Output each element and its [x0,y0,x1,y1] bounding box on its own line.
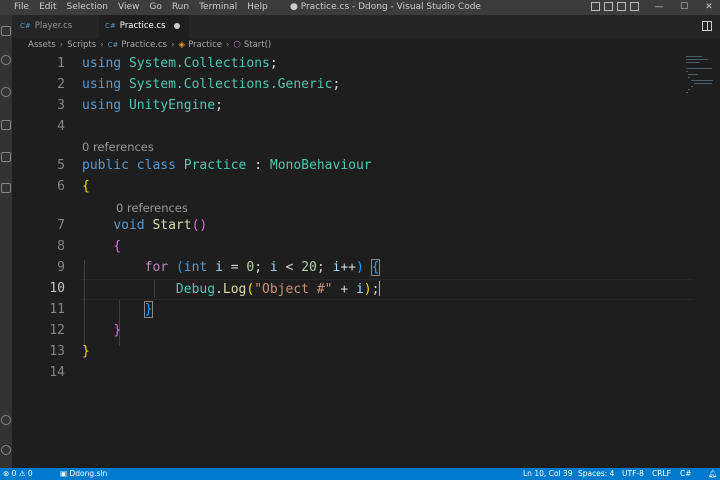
menu-file[interactable]: File [14,2,29,12]
line-number: 3 [57,98,65,113]
menu-run[interactable]: Run [172,2,189,12]
chevron-right-icon: › [59,40,64,50]
account-icon[interactable] [1,415,11,425]
line-number: 6 [57,179,65,194]
code-line-6: { [82,179,90,194]
line-number: 7 [57,218,65,233]
minimap[interactable] [682,54,720,468]
code-line-8: { [113,239,122,254]
customize-layout-icon[interactable] [630,2,639,11]
layout-controls [591,2,639,11]
chevron-right-icon: › [171,40,175,50]
line-number: 13 [49,344,65,359]
breadcrumb-scripts[interactable]: Scripts [67,40,96,50]
run-debug-icon[interactable] [1,120,11,130]
menu-terminal[interactable]: Terminal [199,2,237,12]
line-number: 5 [57,158,65,173]
csharp-file-icon: C# [20,22,31,30]
remote-explorer-icon[interactable] [1,183,11,193]
unsaved-dot-icon[interactable] [173,22,180,29]
menu-view[interactable]: View [118,2,139,12]
code-line-1: using System.Collections; [82,56,278,71]
indentation[interactable]: Spaces: 4 [578,468,614,480]
code-line-11: } [82,301,154,318]
code-line-12: } [113,323,122,338]
matching-bracket: { [370,259,381,276]
solution-indicator[interactable]: ▣ Ddong.sln [60,468,107,480]
manage-gear-icon[interactable] [1,445,11,455]
editor-tabs: C# Player.cs C# Practice.cs [12,15,720,38]
line-number: 10 [49,281,65,296]
tab-practice-cs[interactable]: C# Practice.cs [99,15,189,38]
line-ending[interactable]: CRLF [652,468,671,480]
language-mode[interactable]: C# [680,468,692,480]
menu-edit[interactable]: Edit [39,2,56,12]
close-window-button[interactable]: ✕ [698,0,720,15]
code-editor[interactable]: 1 2 3 4 5 6 7 8 9 10 11 12 13 14 using S… [12,54,694,468]
breadcrumb-assets[interactable]: Assets [28,40,56,50]
class-symbol-icon: ◈ [178,40,186,50]
code-line-10: Debug.Log("Object #" + i); [175,281,381,297]
source-control-icon[interactable] [1,87,11,97]
line-number: 12 [49,323,65,338]
chevron-right-icon: › [226,40,230,50]
breadcrumb: Assets › Scripts › C# Practice.cs › ◈ Practice › ⬡… [28,40,271,50]
activity-bar [0,15,12,468]
menu-bar: File Edit Selection View Go Run Terminal… [14,2,278,12]
line-number: 9 [57,260,65,275]
window-title: ● Practice.cs - Ddong - Visual Studio Co… [290,2,481,12]
menu-help[interactable]: Help [247,2,268,12]
line-number: 14 [49,365,65,380]
tab-label: Player.cs [34,21,73,31]
toggle-panel-icon[interactable] [604,2,613,11]
text-cursor [379,281,381,296]
explorer-icon[interactable] [1,26,11,36]
menu-go[interactable]: Go [149,2,161,12]
breadcrumb-method[interactable]: Start() [244,40,271,50]
menu-selection[interactable]: Selection [67,2,108,12]
matching-bracket: } [143,301,154,318]
maximize-button[interactable]: ☐ [673,0,695,15]
codelens-class-references[interactable]: 0 references [82,140,154,154]
notifications-bell-icon[interactable]: 🔔︎ [708,468,718,480]
code-line-3: using UnityEngine; [82,98,223,113]
line-number: 2 [57,77,65,92]
codelens-method-references[interactable]: 0 references [116,201,188,215]
cursor-position[interactable]: Ln 10, Col 39 [523,468,572,480]
breadcrumb-file[interactable]: Practice.cs [121,40,167,50]
encoding[interactable]: UTF-8 [622,468,644,480]
method-symbol-icon: ⬡ [233,40,241,50]
tab-label: Practice.cs [119,21,166,31]
extensions-icon[interactable] [1,152,11,162]
code-line-13: } [82,344,90,359]
toggle-sidebar-icon[interactable] [591,2,600,11]
breadcrumb-class[interactable]: Practice [188,40,222,50]
line-number: 4 [57,119,65,134]
code-line-9: for (int i = 0; i < 20; i++) { [144,259,381,276]
tab-player-cs[interactable]: C# Player.cs [20,15,98,38]
status-bar: ⊗ 0 ⚠ 0 ▣ Ddong.sln Ln 10, Col 39 Spaces… [0,468,720,480]
line-number: 1 [57,56,65,71]
code-line-7: void Start() [113,218,208,233]
csharp-file-icon: C# [107,41,119,49]
chevron-right-icon: › [100,40,104,50]
split-editor-icon[interactable] [702,21,712,31]
line-number: 8 [57,239,65,254]
code-line-5: public class Practice : MonoBehaviour [82,158,372,173]
search-icon[interactable] [1,55,11,65]
minimize-button[interactable]: — [648,0,670,15]
csharp-file-icon: C# [105,22,116,30]
problems-indicator[interactable]: ⊗ 0 ⚠ 0 [3,468,33,480]
code-line-2: using System.Collections.Generic; [82,77,341,92]
line-number: 11 [49,302,65,317]
title-bar: File Edit Selection View Go Run Terminal… [0,0,720,15]
toggle-secondary-sidebar-icon[interactable] [617,2,626,11]
